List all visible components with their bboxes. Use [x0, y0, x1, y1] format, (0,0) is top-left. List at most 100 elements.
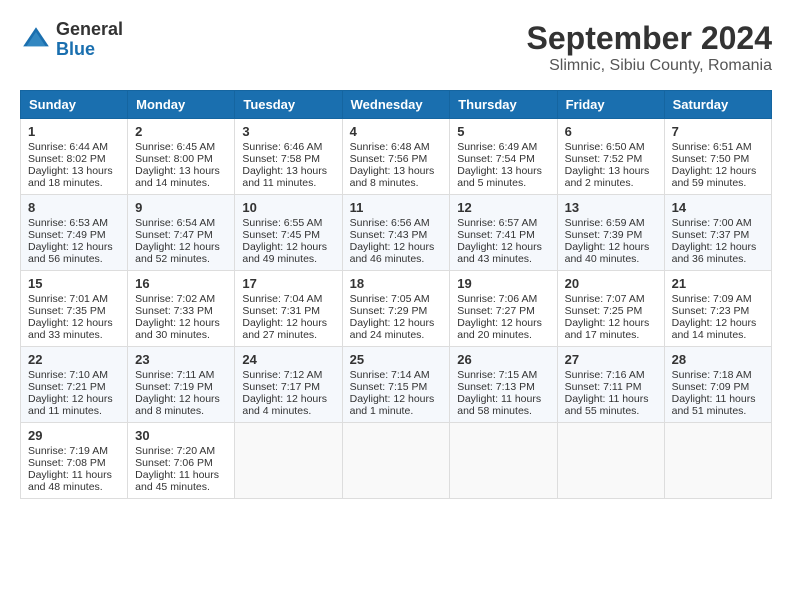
calendar-day-17: 17 Sunrise: 7:04 AM Sunset: 7:31 PM Dayl…	[235, 271, 342, 347]
sunrise-text: Sunrise: 7:07 AM	[565, 293, 645, 305]
daylight-text: Daylight: 12 hours and 56 minutes.	[28, 241, 113, 265]
weekday-header-tuesday: Tuesday	[235, 91, 342, 119]
sunrise-text: Sunrise: 7:06 AM	[457, 293, 537, 305]
sunset-text: Sunset: 7:21 PM	[28, 381, 106, 393]
daylight-text: Daylight: 12 hours and 1 minute.	[350, 393, 435, 417]
weekday-header-friday: Friday	[557, 91, 664, 119]
calendar-day-28: 28 Sunrise: 7:18 AM Sunset: 7:09 PM Dayl…	[664, 347, 771, 423]
calendar-day-26: 26 Sunrise: 7:15 AM Sunset: 7:13 PM Dayl…	[450, 347, 557, 423]
daylight-text: Daylight: 13 hours and 14 minutes.	[135, 165, 220, 189]
sunrise-text: Sunrise: 7:20 AM	[135, 445, 215, 457]
day-number: 30	[135, 428, 227, 443]
location: Slimnic, Sibiu County, Romania	[527, 57, 772, 75]
daylight-text: Daylight: 12 hours and 52 minutes.	[135, 241, 220, 265]
sunrise-text: Sunrise: 7:16 AM	[565, 369, 645, 381]
calendar-day-13: 13 Sunrise: 6:59 AM Sunset: 7:39 PM Dayl…	[557, 195, 664, 271]
sunrise-text: Sunrise: 6:48 AM	[350, 141, 430, 153]
calendar-empty-cell	[235, 423, 342, 499]
sunset-text: Sunset: 7:47 PM	[135, 229, 213, 241]
sunrise-text: Sunrise: 7:19 AM	[28, 445, 108, 457]
calendar-day-15: 15 Sunrise: 7:01 AM Sunset: 7:35 PM Dayl…	[21, 271, 128, 347]
logo-text: General Blue	[56, 20, 123, 60]
day-number: 25	[350, 352, 443, 367]
sunrise-text: Sunrise: 7:18 AM	[672, 369, 752, 381]
sunrise-text: Sunrise: 7:14 AM	[350, 369, 430, 381]
day-number: 26	[457, 352, 549, 367]
sunrise-text: Sunrise: 7:10 AM	[28, 369, 108, 381]
logo: General Blue	[20, 20, 123, 60]
calendar-table: SundayMondayTuesdayWednesdayThursdayFrid…	[20, 90, 772, 499]
calendar-day-10: 10 Sunrise: 6:55 AM Sunset: 7:45 PM Dayl…	[235, 195, 342, 271]
calendar-day-20: 20 Sunrise: 7:07 AM Sunset: 7:25 PM Dayl…	[557, 271, 664, 347]
day-number: 8	[28, 200, 120, 215]
calendar-day-5: 5 Sunrise: 6:49 AM Sunset: 7:54 PM Dayli…	[450, 119, 557, 195]
calendar-header: SundayMondayTuesdayWednesdayThursdayFrid…	[21, 91, 772, 119]
sunrise-text: Sunrise: 6:53 AM	[28, 217, 108, 229]
sunset-text: Sunset: 7:27 PM	[457, 305, 535, 317]
sunrise-text: Sunrise: 7:09 AM	[672, 293, 752, 305]
daylight-text: Daylight: 12 hours and 20 minutes.	[457, 317, 542, 341]
sunrise-text: Sunrise: 6:50 AM	[565, 141, 645, 153]
weekday-header-saturday: Saturday	[664, 91, 771, 119]
daylight-text: Daylight: 11 hours and 48 minutes.	[28, 469, 112, 493]
daylight-text: Daylight: 12 hours and 24 minutes.	[350, 317, 435, 341]
day-number: 13	[565, 200, 657, 215]
sunset-text: Sunset: 7:43 PM	[350, 229, 428, 241]
day-number: 21	[672, 276, 764, 291]
weekday-header-row: SundayMondayTuesdayWednesdayThursdayFrid…	[21, 91, 772, 119]
logo-icon	[20, 24, 52, 56]
sunset-text: Sunset: 7:39 PM	[565, 229, 643, 241]
daylight-text: Daylight: 12 hours and 40 minutes.	[565, 241, 650, 265]
sunset-text: Sunset: 7:41 PM	[457, 229, 535, 241]
calendar-day-11: 11 Sunrise: 6:56 AM Sunset: 7:43 PM Dayl…	[342, 195, 450, 271]
sunrise-text: Sunrise: 6:54 AM	[135, 217, 215, 229]
weekday-header-sunday: Sunday	[21, 91, 128, 119]
daylight-text: Daylight: 13 hours and 8 minutes.	[350, 165, 435, 189]
sunset-text: Sunset: 7:23 PM	[672, 305, 750, 317]
sunset-text: Sunset: 7:33 PM	[135, 305, 213, 317]
calendar-day-7: 7 Sunrise: 6:51 AM Sunset: 7:50 PM Dayli…	[664, 119, 771, 195]
sunrise-text: Sunrise: 6:44 AM	[28, 141, 108, 153]
calendar-day-6: 6 Sunrise: 6:50 AM Sunset: 7:52 PM Dayli…	[557, 119, 664, 195]
sunset-text: Sunset: 7:58 PM	[242, 153, 320, 165]
sunset-text: Sunset: 7:52 PM	[565, 153, 643, 165]
daylight-text: Daylight: 12 hours and 4 minutes.	[242, 393, 327, 417]
title-block: September 2024 Slimnic, Sibiu County, Ro…	[527, 20, 772, 75]
day-number: 10	[242, 200, 334, 215]
day-number: 9	[135, 200, 227, 215]
daylight-text: Daylight: 13 hours and 18 minutes.	[28, 165, 113, 189]
day-number: 28	[672, 352, 764, 367]
day-number: 6	[565, 124, 657, 139]
daylight-text: Daylight: 13 hours and 11 minutes.	[242, 165, 327, 189]
calendar-day-16: 16 Sunrise: 7:02 AM Sunset: 7:33 PM Dayl…	[128, 271, 235, 347]
daylight-text: Daylight: 11 hours and 55 minutes.	[565, 393, 649, 417]
sunset-text: Sunset: 7:08 PM	[28, 457, 106, 469]
sunset-text: Sunset: 7:06 PM	[135, 457, 213, 469]
calendar-day-25: 25 Sunrise: 7:14 AM Sunset: 7:15 PM Dayl…	[342, 347, 450, 423]
page-header: General Blue September 2024 Slimnic, Sib…	[20, 20, 772, 75]
daylight-text: Daylight: 13 hours and 2 minutes.	[565, 165, 650, 189]
sunset-text: Sunset: 7:13 PM	[457, 381, 535, 393]
sunset-text: Sunset: 7:54 PM	[457, 153, 535, 165]
day-number: 14	[672, 200, 764, 215]
sunset-text: Sunset: 7:09 PM	[672, 381, 750, 393]
daylight-text: Daylight: 12 hours and 27 minutes.	[242, 317, 327, 341]
calendar-day-14: 14 Sunrise: 7:00 AM Sunset: 7:37 PM Dayl…	[664, 195, 771, 271]
weekday-header-thursday: Thursday	[450, 91, 557, 119]
day-number: 19	[457, 276, 549, 291]
calendar-day-3: 3 Sunrise: 6:46 AM Sunset: 7:58 PM Dayli…	[235, 119, 342, 195]
sunset-text: Sunset: 7:11 PM	[565, 381, 642, 393]
sunrise-text: Sunrise: 6:57 AM	[457, 217, 537, 229]
sunset-text: Sunset: 7:56 PM	[350, 153, 428, 165]
sunrise-text: Sunrise: 7:12 AM	[242, 369, 322, 381]
day-number: 24	[242, 352, 334, 367]
sunrise-text: Sunrise: 6:45 AM	[135, 141, 215, 153]
calendar-empty-cell	[664, 423, 771, 499]
sunrise-text: Sunrise: 6:46 AM	[242, 141, 322, 153]
calendar-body: 1 Sunrise: 6:44 AM Sunset: 8:02 PM Dayli…	[21, 119, 772, 499]
day-number: 29	[28, 428, 120, 443]
sunset-text: Sunset: 8:02 PM	[28, 153, 106, 165]
calendar-day-23: 23 Sunrise: 7:11 AM Sunset: 7:19 PM Dayl…	[128, 347, 235, 423]
calendar-empty-cell	[557, 423, 664, 499]
calendar-day-22: 22 Sunrise: 7:10 AM Sunset: 7:21 PM Dayl…	[21, 347, 128, 423]
